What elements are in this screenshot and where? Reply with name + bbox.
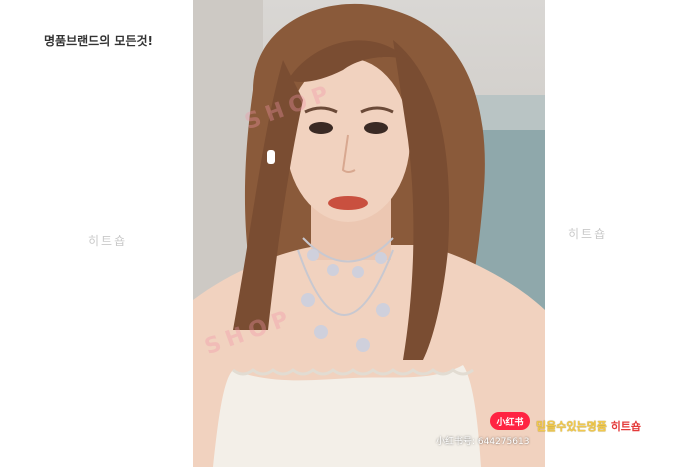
right-eye bbox=[364, 122, 388, 134]
header-title: 명품브랜드의 모든것! bbox=[44, 34, 154, 48]
clover-4 bbox=[375, 252, 387, 264]
app-badge: 小红书 bbox=[490, 412, 530, 430]
portrait-photo: SHOP SHOP bbox=[193, 0, 545, 467]
clover-7 bbox=[356, 338, 370, 352]
promo-text: 믿을수있는명품 히트숍 bbox=[536, 418, 641, 434]
clover-2 bbox=[327, 264, 339, 276]
white-top bbox=[213, 365, 481, 467]
lips bbox=[328, 196, 368, 210]
clover-5 bbox=[301, 293, 315, 307]
left-eye bbox=[309, 122, 333, 134]
earbud bbox=[267, 150, 275, 164]
right-watermark: 히트숍 bbox=[568, 227, 608, 241]
clover-8 bbox=[376, 303, 390, 317]
left-watermark: 히트숍 bbox=[88, 234, 128, 248]
promo-part2: 히트숍 bbox=[610, 420, 642, 433]
promo-part1: 믿을수있는명품 bbox=[536, 420, 607, 433]
app-id-text: 小红书号: 644275613 bbox=[436, 437, 530, 447]
portrait-illustration bbox=[193, 0, 545, 467]
clover-3 bbox=[352, 266, 364, 278]
clover-6 bbox=[314, 325, 328, 339]
clover-1 bbox=[307, 249, 319, 261]
